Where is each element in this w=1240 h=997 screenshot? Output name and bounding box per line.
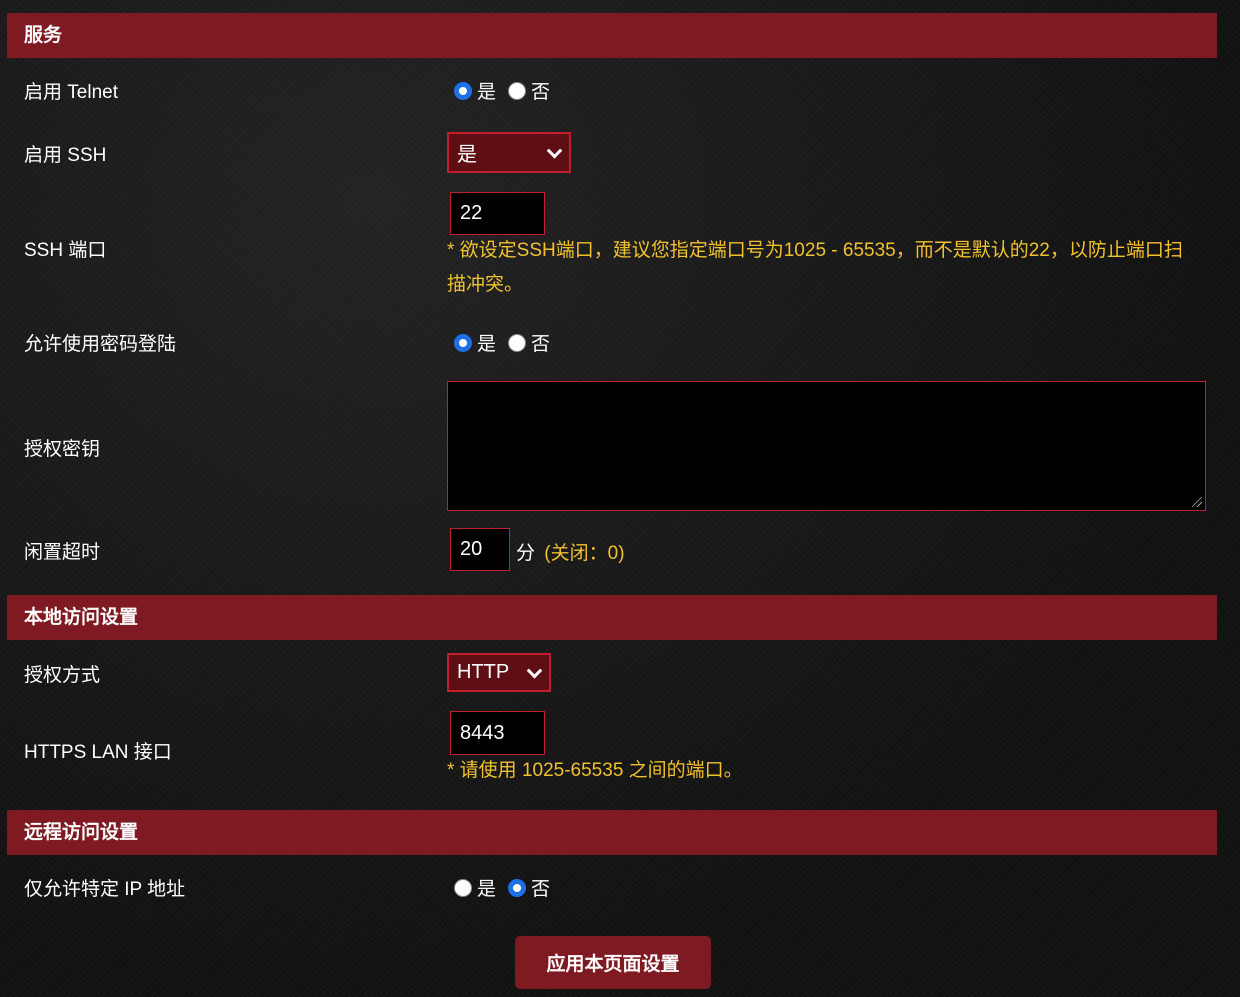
specific-ip-no-label: 否 [531,879,551,900]
telnet-yes-label: 是 [477,82,497,103]
specific-ip-yes-label: 是 [477,879,497,900]
ssh-label: 启用 SSH [24,145,107,166]
section-header-services: 服务 [7,13,1217,58]
telnet-radio-group: 是 否 [454,77,562,104]
telnet-no-label: 否 [531,82,551,103]
ssh-port-hint-line2: 描冲突。 [447,274,524,295]
telnet-yes-radio[interactable] [454,81,472,100]
ssh-port-label: SSH 端口 [24,240,107,261]
idle-timeout-unit-row: 分 (关闭：0) [516,538,625,565]
https-lan-port-input[interactable]: 8443 [450,711,545,755]
idle-timeout-hint: (关闭：0) [544,543,625,564]
ssh-port-hint: * 欲设定SSH端口，建议您指定端口号为1025 - 65535，而不是默认的2… [447,234,1183,302]
section-header-remote-access: 远程访问设置 [7,810,1217,855]
apply-settings-button[interactable]: 应用本页面设置 [515,936,711,989]
auth-method-select[interactable]: HTTP [447,653,551,692]
password-login-no-radio[interactable] [508,333,527,352]
password-login-yes-radio[interactable] [454,333,472,352]
resize-handle-icon[interactable] [1192,497,1202,507]
telnet-label: 启用 Telnet [24,82,118,103]
ssh-select-value: 是 [457,144,477,166]
auth-method-select-value: HTTP [457,661,510,683]
password-login-radio-group: 是 否 [454,329,562,356]
https-lan-port-hint: * 请使用 1025-65535 之间的端口。 [447,760,743,781]
telnet-no-radio[interactable] [508,81,527,100]
ssh-port-hint-line1: * 欲设定SSH端口，建议您指定端口号为1025 - 65535，而不是默认的2… [447,240,1183,261]
auth-method-label: 授权方式 [24,665,101,686]
chevron-down-icon [546,142,563,159]
password-login-label: 允许使用密码登陆 [24,334,177,355]
https-lan-port-label: HTTPS LAN 接口 [24,742,172,763]
ssh-select[interactable]: 是 [447,132,571,173]
specific-ip-label: 仅允许特定 IP 地址 [24,879,186,900]
section-header-local-access: 本地访问设置 [7,595,1217,640]
ssh-port-input[interactable]: 22 [450,192,545,235]
specific-ip-radio-group: 是 否 [454,874,562,901]
authorized-keys-textarea[interactable] [447,381,1206,511]
idle-timeout-unit: 分 [516,543,536,564]
authorized-keys-label: 授权密钥 [24,439,101,460]
idle-timeout-input[interactable]: 20 [450,528,510,571]
specific-ip-yes-radio[interactable] [454,878,472,897]
password-login-no-label: 否 [531,334,551,355]
specific-ip-no-radio[interactable] [508,878,527,897]
idle-timeout-label: 闲置超时 [24,542,101,563]
chevron-down-icon [526,662,543,679]
password-login-yes-label: 是 [477,334,497,355]
